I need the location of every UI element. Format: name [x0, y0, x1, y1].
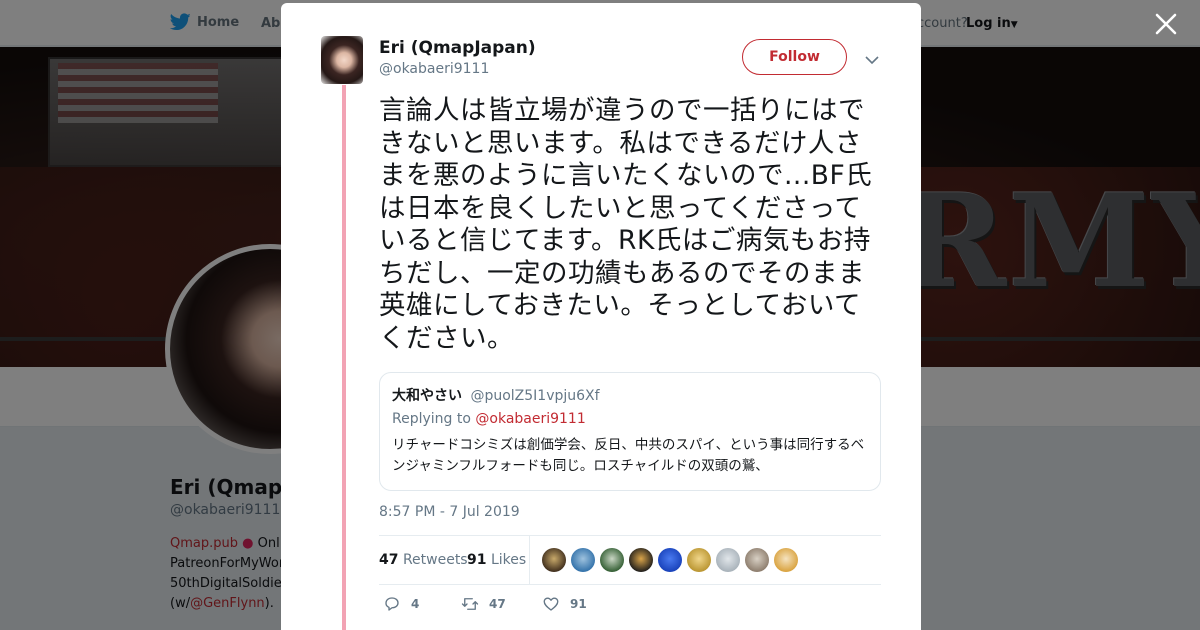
liker-avatar[interactable]	[600, 548, 624, 572]
likes-stat[interactable]: 91 Likes	[467, 552, 526, 568]
retweets-label: Retweets	[402, 552, 468, 568]
liker-avatar[interactable]	[629, 548, 653, 572]
replying-to-handle[interactable]: @okabaeri9111	[475, 411, 585, 427]
close-icon	[1155, 13, 1177, 35]
tweet-author-handle[interactable]: @okabaeri9111	[379, 61, 489, 77]
tweet-timestamp[interactable]: 8:57 PM - 7 Jul 2019	[379, 504, 520, 520]
quoted-tweet-text: リチャードコシミズは創価学会、反日、中共のスパイ、という事は同行するベンジャミン…	[392, 437, 865, 474]
replying-to-label: Replying to	[392, 411, 471, 427]
like-count: 91	[570, 597, 587, 611]
liker-avatar[interactable]	[658, 548, 682, 572]
retweet-icon	[461, 598, 479, 610]
liker-avatar[interactable]	[571, 548, 595, 572]
tweet-author-avatar[interactable]	[321, 36, 363, 84]
heart-icon	[543, 597, 559, 611]
chevron-down-icon	[865, 56, 879, 65]
reply-count: 4	[411, 597, 420, 611]
more-options-button[interactable]	[864, 51, 880, 65]
stats-divider	[529, 536, 530, 584]
retweets-count: 47	[379, 552, 399, 568]
tweet-author-name[interactable]: Eri (QmapJapan)	[379, 38, 536, 58]
tweet-stats: 47 Retweets 91 Likes	[379, 535, 881, 585]
quoted-author-handle: @puolZ5I1vpju6Xf	[470, 388, 600, 404]
liker-avatar[interactable]	[687, 548, 711, 572]
follow-button[interactable]: Follow	[742, 39, 847, 75]
quoted-tweet[interactable]: 大和やさい @puolZ5I1vpju6Xf Replying to @okab…	[379, 372, 881, 491]
likes-label: Likes	[490, 552, 527, 568]
likes-count: 91	[467, 552, 487, 568]
tweet-modal: Eri (QmapJapan) @okabaeri9111 Follow 言論人…	[281, 3, 921, 630]
liker-avatar[interactable]	[745, 548, 769, 572]
quoted-author-name: 大和やさい	[392, 388, 462, 404]
close-button[interactable]	[1154, 12, 1178, 36]
retweet-button[interactable]: 47	[461, 595, 506, 613]
liker-avatar[interactable]	[774, 548, 798, 572]
reply-icon	[385, 597, 399, 611]
retweet-count: 47	[489, 597, 506, 611]
like-button[interactable]: 91	[542, 595, 587, 613]
tweet-text: 言論人は皆立場が違うので一括りにはできないと思います。私はできるだけ人さまを悪の…	[379, 95, 873, 354]
reply-button[interactable]: 4	[383, 595, 419, 613]
liker-avatar[interactable]	[542, 548, 566, 572]
liker-avatar[interactable]	[716, 548, 740, 572]
retweets-stat[interactable]: 47 Retweets	[379, 552, 468, 568]
thread-line	[342, 85, 346, 630]
